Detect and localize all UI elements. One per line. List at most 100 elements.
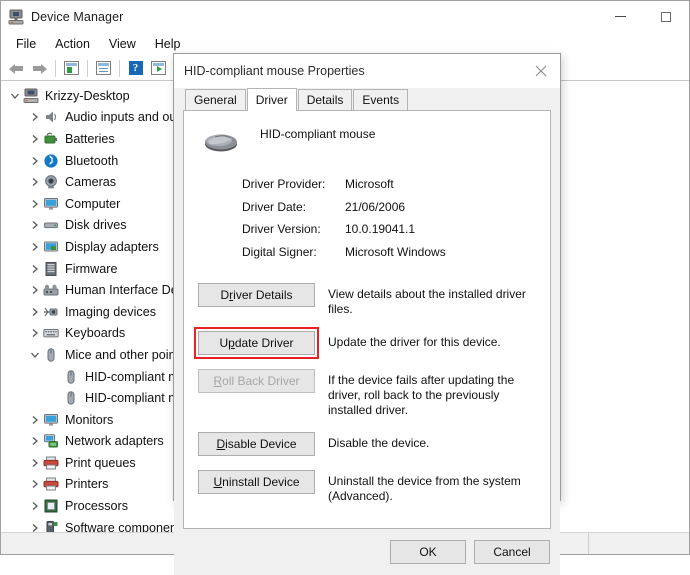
speaker-icon [46, 111, 57, 123]
tree-item-label: Keyboards [65, 326, 126, 341]
tree-item-label: Computer [65, 196, 121, 211]
hid-icon [43, 282, 60, 298]
properties-icon [64, 61, 79, 75]
disk-icon [43, 217, 60, 233]
dialog-body: General Driver Details Events HID-compliant… [174, 88, 560, 529]
driver-info-value: Microsoft [345, 177, 394, 192]
close-button[interactable] [522, 54, 560, 88]
driver-details-button[interactable]: Dr iver Details [198, 283, 315, 307]
tree-twisty-collapsed[interactable] [27, 325, 43, 341]
tree-item-label: Monitors [65, 412, 114, 427]
mouse-icon [67, 369, 75, 384]
device-header: HID-compliant mouse [198, 125, 536, 161]
action-description: Disable the device. [328, 436, 430, 450]
action-row-disable-device: Disable Device Disable the device. [198, 432, 536, 456]
tree-item-label: Processors [65, 499, 128, 514]
scan-hardware-changes-button[interactable] [147, 57, 170, 79]
mouse-icon [47, 348, 55, 362]
tree-twisty-collapsed[interactable] [27, 498, 43, 514]
driver-info-key: Digital Signer: [242, 244, 317, 259]
tree-twisty-collapsed[interactable] [27, 174, 43, 190]
menu-item-help[interactable]: Help [146, 35, 190, 54]
network-icon [44, 434, 58, 448]
tree-item-label: Imaging devices [65, 304, 157, 319]
software-component-icon [43, 520, 60, 532]
tab-details[interactable]: Details [297, 89, 353, 110]
status-segment-b [589, 533, 689, 554]
camera-icon [45, 175, 57, 189]
forward-button[interactable] [28, 57, 51, 79]
tab-driver[interactable]: Driver [246, 88, 297, 111]
driver-info-row: Driver Provider: Microsoft [242, 173, 536, 196]
tree-twisty-collapsed[interactable] [27, 476, 43, 492]
tree-twisty-collapsed[interactable] [27, 412, 43, 428]
tree-item-label: Print queues [65, 455, 136, 470]
maximize-button[interactable] [643, 1, 689, 32]
forward-arrow-icon [32, 62, 47, 75]
camera-icon [43, 174, 60, 190]
tree-twisty-collapsed[interactable] [27, 282, 43, 298]
tree-twisty-collapsed[interactable] [27, 196, 43, 212]
driver-info-value: Microsoft Windows [345, 244, 446, 259]
mouse-icon [202, 125, 242, 155]
action-button-wrapper: Up date Driver [194, 327, 328, 359]
processor-icon [43, 498, 60, 514]
tree-twisty-collapsed[interactable] [27, 304, 43, 320]
properties-button[interactable] [60, 57, 83, 79]
tab-events[interactable]: Events [353, 89, 409, 110]
driver-info-key: Driver Provider: [242, 177, 326, 192]
driver-info-row: Digital Signer: Microsoft Windows [242, 241, 536, 264]
tree-item-label: Printers [65, 477, 109, 492]
cancel-button[interactable]: Cancel [474, 540, 550, 564]
tab-general[interactable]: General [185, 89, 246, 110]
tree-twisty-collapsed[interactable] [27, 109, 43, 125]
uninstall-device-button[interactable]: Uninstall Device [198, 470, 315, 494]
action-description: Uninstall the device from the system (Ad… [328, 474, 521, 503]
tree-item-label: Bluetooth [65, 153, 119, 168]
help-button[interactable]: ? [124, 57, 147, 79]
toolbar-divider [55, 59, 56, 77]
dialog-footer: OK Cancel [174, 529, 560, 575]
tree-twisty-collapsed[interactable] [27, 239, 43, 255]
action-row-uninstall-device: Uninstall Device Uninstall the device fro… [198, 470, 536, 504]
back-arrow-icon [9, 62, 24, 75]
update-driver-button[interactable]: Up date Driver [198, 331, 315, 355]
toolbar-divider [119, 59, 120, 77]
show-hidden-devices-button[interactable] [92, 57, 115, 79]
tree-item-label: Disk drives [65, 218, 127, 233]
minimize-button[interactable] [597, 1, 643, 32]
disable-device-button[interactable]: Disable Device [198, 432, 315, 456]
window-title-bar: Device Manager [1, 1, 689, 32]
tree-twisty-collapsed[interactable] [27, 433, 43, 449]
tree-twisty-collapsed[interactable] [27, 153, 43, 169]
monitor-icon [43, 412, 60, 428]
ok-button[interactable]: OK [390, 540, 466, 564]
back-button[interactable] [5, 57, 28, 79]
tree-twisty-expanded[interactable] [27, 347, 43, 363]
menu-item-view[interactable]: View [100, 35, 145, 54]
page-title: Device Manager [31, 9, 124, 24]
device-manager-window: Device Manager File Action View Help ? K… [0, 0, 690, 575]
tree-twisty-collapsed[interactable] [27, 455, 43, 471]
tree-item-label: Display adapters [65, 239, 159, 254]
action-description: Update the driver for this device. [328, 335, 501, 349]
printer-icon [43, 477, 59, 491]
tree-twisty-collapsed[interactable] [27, 261, 43, 277]
menu-item-action[interactable]: Action [46, 35, 99, 54]
tree-twisty-collapsed[interactable] [27, 520, 43, 532]
menu-item-file[interactable]: File [7, 35, 45, 54]
action-button-wrapper: Uninstall Device [198, 470, 328, 494]
action-description: If the device fails after updating the d… [328, 373, 515, 417]
help-icon: ? [128, 61, 143, 75]
tree-twisty-collapsed[interactable] [27, 217, 43, 233]
tree-twisty-expanded[interactable] [7, 88, 23, 104]
action-row-roll-back-driver: Roll Back Driver If the device fails afte… [198, 369, 536, 418]
driver-info-value: 21/06/2006 [345, 199, 406, 214]
display-adapter-icon [44, 241, 58, 252]
network-icon [43, 433, 60, 449]
tree-twisty-collapsed[interactable] [27, 131, 43, 147]
monitor-icon [44, 197, 58, 210]
driver-action-list: Dr iver Details View details about the ins… [194, 283, 536, 504]
firmware-icon [45, 261, 57, 276]
tree-item-label: Krizzy-Desktop [45, 88, 130, 103]
